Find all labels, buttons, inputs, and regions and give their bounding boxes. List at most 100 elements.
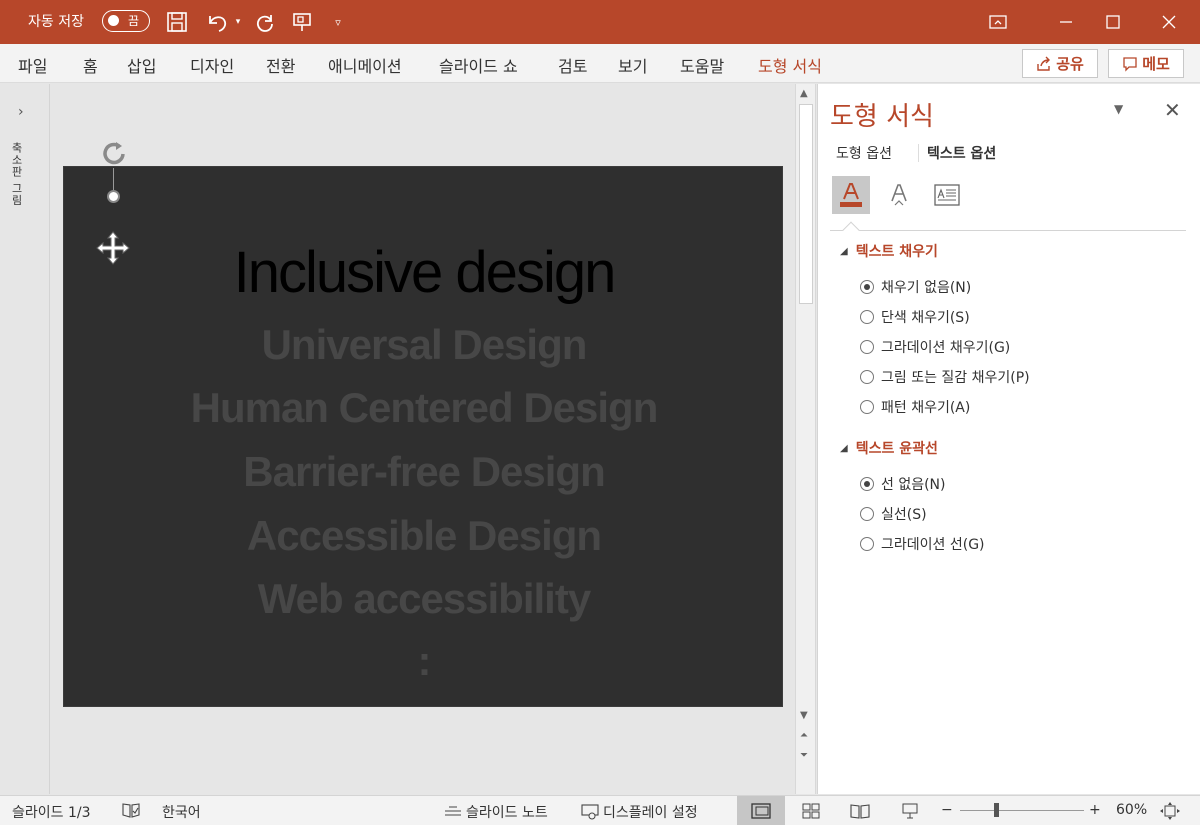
section-title: 텍스트 채우기 [855,244,938,260]
selection-handle[interactable] [107,190,120,203]
move-handle-icon[interactable] [95,230,131,270]
radio-button[interactable] [860,400,874,414]
section-text-outline[interactable]: ◢ 텍스트 윤곽선 [840,438,938,458]
tab-shape-options[interactable]: 도형 옵션 [836,143,892,163]
pane-tab-pointer [842,221,860,239]
collapse-triangle-icon: ◢ [840,443,848,454]
slide-line[interactable]: : [64,637,784,685]
slide-canvas[interactable]: Inclusive design Universal Design Human … [63,166,783,707]
option-gradient-line[interactable]: 그라데이션 선(G) [860,534,985,554]
section-title: 텍스트 윤곽선 [855,441,938,457]
radio-button[interactable] [860,477,874,491]
tab-transitions[interactable]: 전환 [266,53,295,77]
text-effects-icon[interactable] [880,176,918,214]
zoom-in-button[interactable]: + [1089,802,1101,818]
notes-icon [445,806,461,816]
notes-button[interactable]: 슬라이드 노트 [444,802,548,822]
tab-help[interactable]: 도움말 [680,53,724,77]
option-picture-fill[interactable]: 그림 또는 질감 채우기(P) [860,367,1030,387]
option-label: 실선(S) [881,507,927,523]
vertical-scrollbar[interactable]: ▲ ▼ ⏶ ⏷ [795,84,816,794]
radio-button[interactable] [860,340,874,354]
save-icon[interactable] [163,8,191,36]
pane-title: 도형 서식 [830,102,934,132]
radio-button[interactable] [860,280,874,294]
normal-view-icon[interactable] [737,796,785,825]
reading-view-icon[interactable] [836,796,884,825]
text-fill-outline-icon[interactable] [832,176,870,214]
display-icon [581,804,599,820]
tab-insert[interactable]: 삽입 [127,53,156,77]
comments-button[interactable]: 메모 [1108,49,1184,78]
slide-line[interactable]: Barrier-free Design [64,448,784,496]
option-label: 패턴 채우기(A) [881,400,971,416]
close-icon[interactable] [1146,0,1192,44]
pane-options-dropdown-icon[interactable]: ▼ [1114,102,1123,116]
autosave-label: 자동 저장 [28,14,84,30]
autosave-toggle[interactable]: 끔 [102,10,150,32]
undo-dropdown-icon[interactable]: ▾ [233,8,243,36]
tab-shape-format[interactable]: 도형 서식 [758,53,822,77]
tab-view[interactable]: 보기 [618,53,647,77]
slide-sorter-view-icon[interactable] [787,796,835,825]
section-text-fill[interactable]: ◢ 텍스트 채우기 [840,241,938,261]
slide-counter: 슬라이드 1/3 [12,805,91,821]
option-label: 그림 또는 질감 채우기(P) [881,370,1030,386]
customize-icon[interactable]: ▿ [330,8,346,36]
slide-editor: Inclusive design Universal Design Human … [51,84,795,794]
accessibility-icon[interactable] [122,802,140,818]
ribbon-display-icon[interactable] [975,0,1021,44]
slide-line[interactable]: Web accessibility [64,575,784,623]
previous-slide-icon[interactable]: ⏶ [800,730,808,741]
thumbnails-label[interactable]: 축소판 그림 [8,142,24,207]
language-indicator[interactable]: 한국어 [162,802,201,822]
radio-button[interactable] [860,537,874,551]
comment-icon [1123,56,1137,72]
radio-button[interactable] [860,370,874,384]
rotate-handle-icon[interactable] [99,140,131,172]
share-button[interactable]: 공유 [1022,49,1098,78]
display-settings-button[interactable]: 디스플레이 설정 [581,802,698,822]
zoom-slider[interactable] [960,810,1084,811]
pane-close-icon[interactable]: ✕ [1164,98,1181,122]
tab-animations[interactable]: 애니메이션 [328,53,402,77]
option-no-fill[interactable]: 채우기 없음(N) [860,277,971,297]
collapse-triangle-icon: ◢ [840,246,848,257]
maximize-icon[interactable] [1090,0,1136,44]
present-icon[interactable] [288,8,316,36]
scroll-down-icon[interactable]: ▼ [800,710,808,721]
option-no-line[interactable]: 선 없음(N) [860,474,946,494]
slideshow-view-icon[interactable] [886,796,934,825]
minimize-icon[interactable] [1043,0,1089,44]
textbox-icon[interactable] [928,176,966,214]
option-pattern-fill[interactable]: 패턴 채우기(A) [860,397,970,417]
chevron-right-icon[interactable]: › [18,104,24,120]
scroll-thumb[interactable] [799,104,813,304]
scroll-up-icon[interactable]: ▲ [800,88,808,99]
tab-text-options[interactable]: 텍스트 옵션 [927,143,996,163]
zoom-slider-thumb[interactable] [994,803,999,817]
radio-button[interactable] [860,507,874,521]
fit-to-window-icon[interactable] [1160,802,1180,820]
next-slide-icon[interactable]: ⏷ [800,750,808,761]
zoom-level[interactable]: 60% [1116,802,1147,818]
option-solid-line[interactable]: 실선(S) [860,504,927,524]
radio-button[interactable] [860,310,874,324]
redo-icon[interactable] [251,8,279,36]
tab-design[interactable]: 디자인 [190,53,234,77]
tab-file[interactable]: 파일 [18,53,47,77]
option-solid-fill[interactable]: 단색 채우기(S) [860,307,970,327]
display-label: 디스플레이 설정 [603,805,698,821]
slide-line[interactable]: Human Centered Design [64,384,784,432]
option-gradient-fill[interactable]: 그라데이션 채우기(G) [860,337,1010,357]
tab-slideshow[interactable]: 슬라이드 쇼 [439,53,518,77]
option-label: 그라데이션 채우기(G) [881,340,1011,356]
slide-line[interactable]: Accessible Design [64,512,784,560]
tab-home[interactable]: 홈 [83,53,98,77]
zoom-out-button[interactable]: − [941,802,953,818]
slide-heading[interactable]: Inclusive design [64,239,784,306]
slide-line[interactable]: Universal Design [64,321,784,369]
tab-review[interactable]: 검토 [558,53,587,77]
undo-icon[interactable] [201,8,235,36]
tab-separator [918,144,919,162]
